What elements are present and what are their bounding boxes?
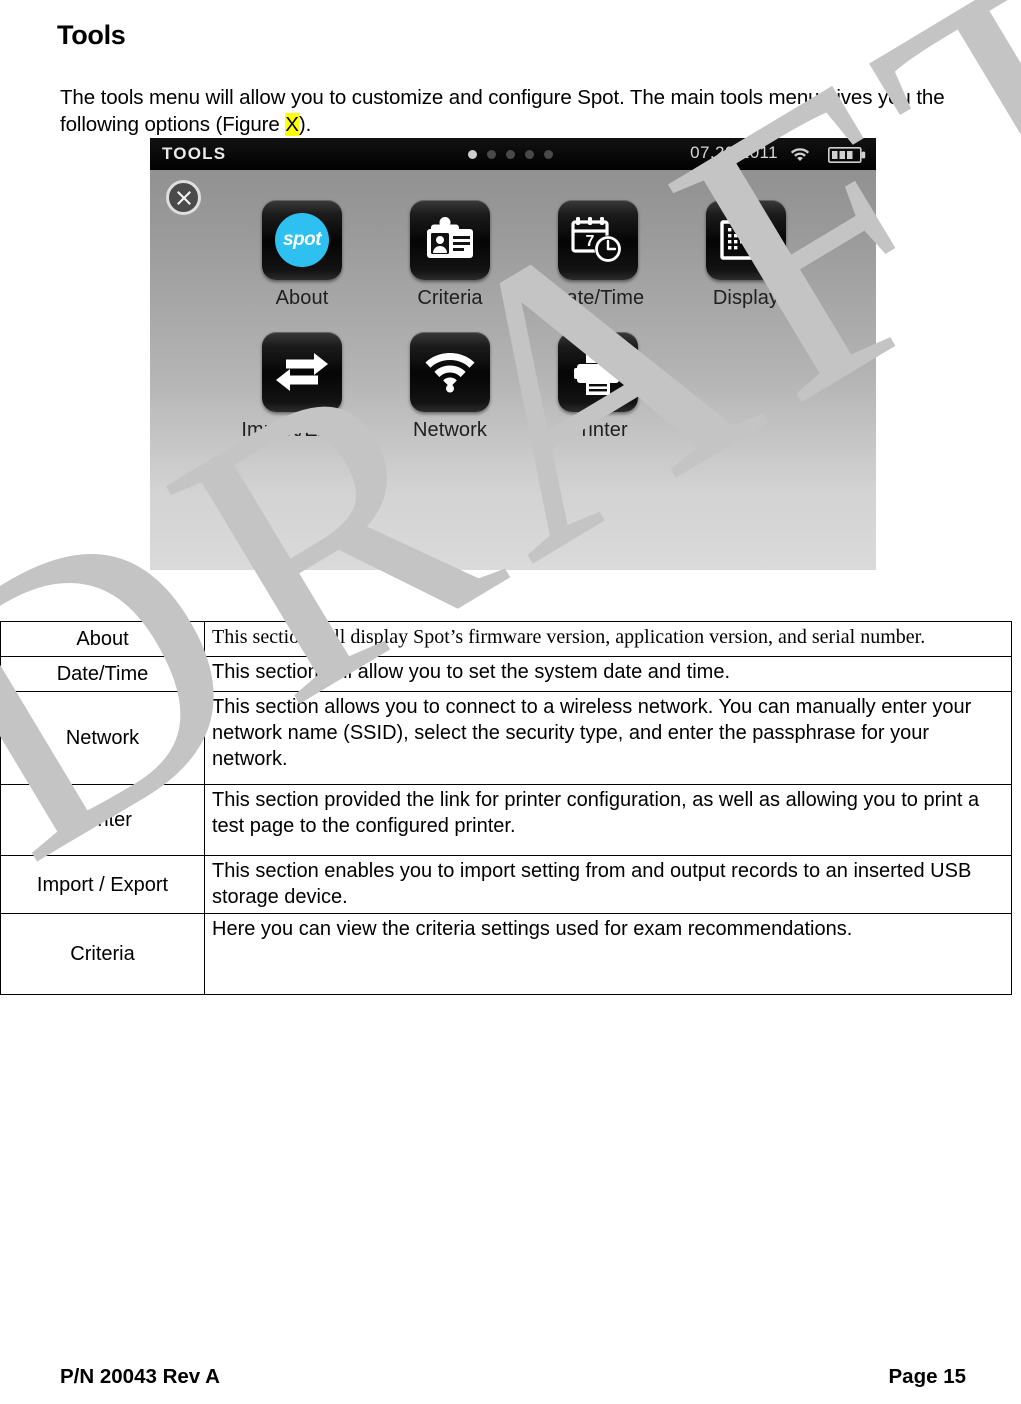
page-footer: P/N 20043 Rev A Page 15 bbox=[0, 1365, 1021, 1399]
page-title: Tools bbox=[57, 20, 126, 51]
pager-dot-2[interactable] bbox=[487, 150, 496, 159]
network-tile[interactable] bbox=[410, 332, 490, 412]
app-label-import-export: Import/Export bbox=[241, 419, 363, 441]
pager-dot-4[interactable] bbox=[525, 150, 534, 159]
app-label-printer: Printer bbox=[568, 419, 628, 441]
app-label-datetime: Date/Time bbox=[551, 287, 645, 309]
app-label-network: Network bbox=[412, 419, 488, 441]
app-button-display[interactable]: Display bbox=[672, 200, 820, 310]
calendar-clock-icon: 7 bbox=[571, 217, 622, 263]
app-button-import-export[interactable]: Import/Export bbox=[228, 332, 376, 442]
intro-paragraph: The tools menu will allow you to customi… bbox=[60, 84, 950, 138]
criteria-tile[interactable] bbox=[410, 200, 490, 280]
table-row: Date/Time This section will allow you to… bbox=[0, 656, 1012, 692]
printer-icon bbox=[574, 349, 622, 395]
table-cell-description: This section allows you to connect to a … bbox=[204, 691, 1012, 785]
table-cell-description: This section will allow you to set the s… bbox=[204, 656, 1012, 692]
app-label-about: About bbox=[275, 287, 329, 309]
app-icon-grid: spot About Criteria 7 Date/Time Display … bbox=[150, 200, 876, 442]
tools-description-table: About This section will display Spot’s f… bbox=[0, 621, 1012, 995]
spot-logo-icon: spot bbox=[275, 213, 329, 267]
app-button-about[interactable]: spot About bbox=[228, 200, 376, 310]
table-row: Printer This section provided the link f… bbox=[0, 784, 1012, 856]
app-icon-row-1: spot About Criteria 7 Date/Time Display bbox=[150, 200, 876, 310]
display-tile[interactable] bbox=[706, 200, 786, 280]
table-cell-name: About bbox=[0, 621, 205, 657]
table-cell-name: Import / Export bbox=[0, 855, 205, 914]
table-cell-description: This section provided the link for print… bbox=[204, 784, 1012, 856]
wifi-icon bbox=[425, 353, 475, 393]
device-screenshot-figure: TOOLS 07.20.2011 spot About Criteria 7 D… bbox=[150, 138, 876, 570]
about-tile[interactable]: spot bbox=[262, 200, 342, 280]
app-button-datetime[interactable]: 7 Date/Time bbox=[524, 200, 672, 310]
id-badge-icon bbox=[427, 217, 473, 258]
pager-dot-3[interactable] bbox=[506, 150, 515, 159]
figure-reference-highlight: X bbox=[285, 112, 299, 136]
table-row: About This section will display Spot’s f… bbox=[0, 621, 1012, 657]
device-status-bar: TOOLS 07.20.2011 bbox=[150, 138, 876, 170]
two-way-arrow-icon bbox=[276, 353, 328, 391]
table-cell-description: This section enables you to import setti… bbox=[204, 855, 1012, 914]
spot-logo-text: spot bbox=[282, 229, 322, 250]
table-cell-description: Here you can view the criteria settings … bbox=[204, 913, 1012, 995]
app-icon-row-2: Import/Export Network Printer bbox=[150, 332, 876, 442]
app-label-criteria: Criteria bbox=[417, 287, 483, 309]
table-cell-name: Date/Time bbox=[0, 656, 205, 692]
table-cell-description: This section will display Spot’s firmwar… bbox=[204, 621, 1012, 657]
app-button-printer[interactable]: Printer bbox=[524, 332, 672, 442]
pager-dots bbox=[468, 150, 553, 159]
table-cell-name: Printer bbox=[0, 784, 205, 856]
intro-text-before: The tools menu will allow you to customi… bbox=[60, 85, 945, 136]
table-cell-name: Network bbox=[0, 691, 205, 785]
device-screen-title: TOOLS bbox=[162, 144, 227, 163]
display-pixels-icon bbox=[720, 220, 772, 260]
table-row: Network This section allows you to conne… bbox=[0, 691, 1012, 785]
status-bar-date: 07.20.2011 bbox=[690, 143, 778, 162]
pager-dot-1[interactable] bbox=[468, 150, 477, 159]
intro-text-after: ). bbox=[298, 112, 312, 136]
printer-tile[interactable] bbox=[558, 332, 638, 412]
import-export-tile[interactable] bbox=[262, 332, 342, 412]
wifi-icon bbox=[790, 148, 810, 161]
app-button-criteria[interactable]: Criteria bbox=[376, 200, 524, 310]
app-button-network[interactable]: Network bbox=[376, 332, 524, 442]
footer-page-number: Page 15 bbox=[888, 1365, 967, 1388]
table-cell-name: Criteria bbox=[0, 913, 205, 995]
datetime-tile[interactable]: 7 bbox=[558, 200, 638, 280]
table-row: Import / Export This section enables you… bbox=[0, 855, 1012, 914]
pager-dot-5[interactable] bbox=[544, 150, 553, 159]
footer-part-number: P/N 20043 Rev A bbox=[60, 1365, 220, 1388]
table-row: Criteria Here you can view the criteria … bbox=[0, 913, 1012, 995]
app-label-display: Display bbox=[712, 287, 780, 309]
battery-icon bbox=[828, 147, 866, 163]
svg-text:7: 7 bbox=[586, 233, 595, 250]
